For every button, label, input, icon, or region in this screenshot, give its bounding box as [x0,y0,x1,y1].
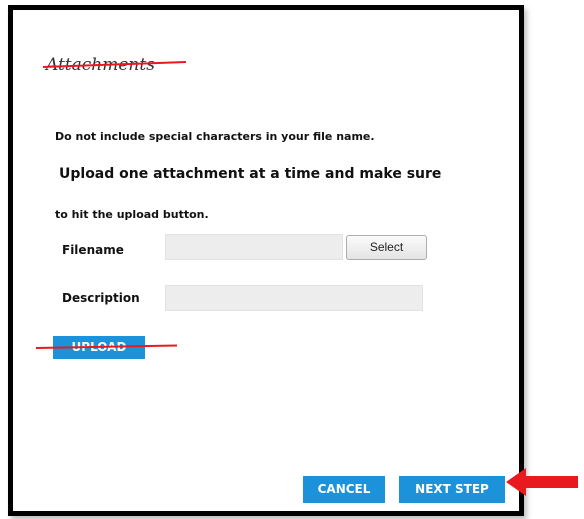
arrow-left-icon [506,468,578,496]
filename-label: Filename [62,243,124,257]
description-label: Description [62,291,140,305]
attachments-dialog: Attachments Do not include special chara… [8,5,524,516]
instruction-hit-upload: to hit the upload button. [55,208,209,221]
select-file-button[interactable]: Select [346,235,427,260]
filename-field[interactable] [165,234,343,260]
next-step-button[interactable]: NEXT STEP [399,476,505,503]
instruction-upload-one: Upload one attachment at a time and make… [59,166,442,182]
description-field[interactable] [165,285,423,311]
instruction-special-characters: Do not include special characters in you… [55,130,375,143]
cancel-button[interactable]: CANCEL [303,476,385,503]
